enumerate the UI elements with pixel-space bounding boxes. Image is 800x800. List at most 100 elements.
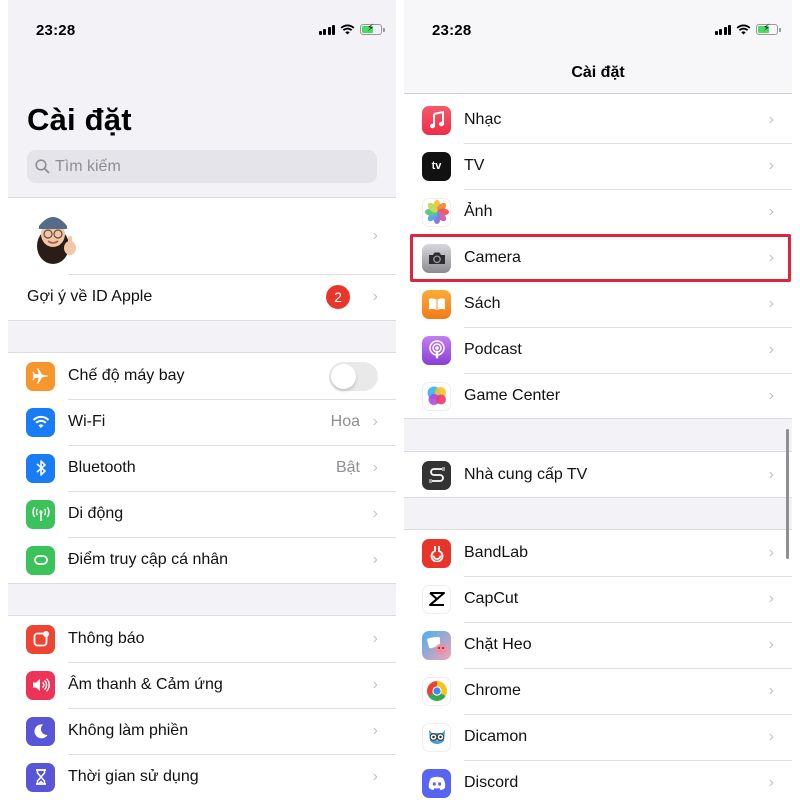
- tv-provider-icon: [422, 460, 451, 490]
- chat-heo-label: Chặt Heo: [464, 636, 532, 653]
- dicamon-row[interactable]: Dicamon ›: [404, 714, 792, 760]
- camera-icon: [422, 243, 451, 273]
- chevron-right-icon: ›: [768, 341, 774, 358]
- sounds-haptics-row[interactable]: Âm thanh & Cảm ứng ›: [8, 662, 396, 708]
- airplane-mode-toggle[interactable]: [329, 361, 378, 391]
- wifi-label: Wi-Fi: [68, 413, 106, 430]
- tv-provider-group: Nhà cung cấp TV ›: [404, 452, 792, 498]
- hotspot-icon: [26, 545, 55, 575]
- chevron-right-icon: ›: [372, 551, 378, 568]
- chrome-row[interactable]: Chrome ›: [404, 668, 792, 714]
- airplane-mode-row[interactable]: Chế độ máy bay: [8, 353, 396, 399]
- chevron-right-icon: ›: [768, 590, 774, 607]
- notifications-row[interactable]: Thông báo ›: [8, 616, 396, 662]
- cellular-row[interactable]: Di động ›: [8, 491, 396, 537]
- status-bar: 23:28 ⚡: [8, 0, 396, 60]
- screen-time-row[interactable]: Thời gian sử dụng ›: [8, 754, 396, 800]
- settings-main-panel: 23:28 ⚡ Cài đặt › Gợi ý về: [8, 0, 396, 800]
- dicamon-label: Dicamon: [464, 728, 528, 745]
- notifications-label: Thông báo: [68, 630, 145, 647]
- third-party-apps-group: BandLab › CapCut › Chặt Heo › Chrome › D…: [404, 530, 792, 800]
- chevron-right-icon: ›: [768, 387, 774, 404]
- photos-icon: [422, 197, 451, 227]
- chevron-right-icon: ›: [768, 157, 774, 174]
- search-input[interactable]: [55, 157, 355, 176]
- do-not-disturb-row[interactable]: Không làm phiền ›: [8, 708, 396, 754]
- chevron-right-icon: ›: [768, 466, 774, 483]
- sounds-haptics-label: Âm thanh & Cảm ứng: [68, 676, 223, 693]
- photos-label: Ảnh: [464, 203, 493, 220]
- cellular-icon: [26, 499, 55, 529]
- chevron-right-icon: ›: [372, 413, 378, 430]
- notification-badge: 2: [326, 285, 350, 309]
- music-row[interactable]: Nhạc ›: [404, 97, 792, 143]
- chevron-right-icon: ›: [768, 203, 774, 220]
- music-label: Nhạc: [464, 111, 502, 128]
- chevron-right-icon: ›: [372, 722, 378, 739]
- game-center-icon: [422, 381, 451, 411]
- apple-id-suggestions-row[interactable]: Gợi ý về ID Apple 2 ›: [8, 274, 396, 320]
- books-row[interactable]: Sách ›: [404, 281, 792, 327]
- tv-label: TV: [464, 157, 485, 174]
- wifi-status-icon: [340, 24, 355, 35]
- status-icons: ⚡: [714, 23, 781, 35]
- chat-heo-icon: [422, 630, 451, 660]
- section-spacer: [404, 497, 792, 530]
- camera-label: Camera: [464, 249, 521, 266]
- bluetooth-row[interactable]: Bluetooth Bật ›: [8, 445, 396, 491]
- apple-apps-group: Nhạc › tv TV › Ảnh › Camera › Sách › Pod…: [404, 97, 792, 419]
- capcut-row[interactable]: CapCut ›: [404, 576, 792, 622]
- chevron-right-icon: ›: [372, 227, 378, 244]
- personal-hotspot-label: Điểm truy cập cá nhân: [68, 551, 229, 568]
- notifications-icon: [26, 624, 55, 654]
- tv-provider-label: Nhà cung cấp TV: [464, 466, 588, 483]
- game-center-row[interactable]: Game Center ›: [404, 373, 792, 419]
- tv-row[interactable]: tv TV ›: [404, 143, 792, 189]
- status-time: 23:28: [432, 22, 472, 39]
- wifi-status-icon: [736, 24, 751, 35]
- apple-tv-glyph: tv: [431, 160, 442, 172]
- chevron-right-icon: ›: [372, 505, 378, 522]
- chat-heo-row[interactable]: Chặt Heo ›: [404, 622, 792, 668]
- podcasts-label: Podcast: [464, 341, 522, 358]
- camera-row[interactable]: Camera ›: [404, 235, 792, 281]
- do-not-disturb-label: Không làm phiền: [68, 722, 189, 739]
- photos-row[interactable]: Ảnh ›: [404, 189, 792, 235]
- navigation-bar: 23:28 ⚡ Cài đặt: [404, 0, 792, 94]
- discord-row[interactable]: Discord ›: [404, 760, 792, 800]
- airplane-icon: [26, 361, 55, 391]
- chevron-right-icon: ›: [768, 544, 774, 561]
- discord-icon: [422, 768, 451, 798]
- moon-icon: [26, 716, 55, 746]
- bandlab-icon: [422, 538, 451, 568]
- apple-id-profile-row[interactable]: ›: [8, 198, 396, 274]
- chrome-icon: [422, 676, 451, 706]
- personal-hotspot-row[interactable]: Điểm truy cập cá nhân ›: [8, 537, 396, 583]
- battery-charging-icon: ⚡: [360, 23, 385, 35]
- capcut-icon: [422, 584, 451, 614]
- bandlab-label: BandLab: [464, 544, 529, 561]
- bandlab-row[interactable]: BandLab ›: [404, 530, 792, 576]
- tv-provider-row[interactable]: Nhà cung cấp TV ›: [404, 452, 792, 498]
- memoji-avatar: [37, 217, 76, 264]
- search-field[interactable]: [27, 150, 377, 183]
- podcasts-row[interactable]: Podcast ›: [404, 327, 792, 373]
- airplane-mode-label: Chế độ máy bay: [68, 367, 185, 384]
- chevron-right-icon: ›: [372, 288, 378, 305]
- podcast-icon: [422, 335, 451, 365]
- chevron-right-icon: ›: [372, 676, 378, 693]
- game-center-label: Game Center: [464, 387, 561, 404]
- chevron-right-icon: ›: [768, 636, 774, 653]
- bluetooth-icon: [26, 453, 55, 483]
- chevron-right-icon: ›: [768, 682, 774, 699]
- profile-group: › Gợi ý về ID Apple 2 ›: [8, 197, 396, 321]
- scroll-indicator[interactable]: [786, 429, 789, 559]
- nav-title: Cài đặt: [571, 64, 625, 81]
- chevron-right-icon: ›: [768, 728, 774, 745]
- wifi-row[interactable]: Wi-Fi Hoa ›: [8, 399, 396, 445]
- settings-scrolled-panel: 23:28 ⚡ Cài đặt Nhạc › tv TV › Ảnh › Cam…: [404, 0, 792, 800]
- music-icon: [422, 105, 451, 135]
- search-icon: [35, 159, 50, 174]
- bluetooth-label: Bluetooth: [68, 459, 136, 476]
- system-group: Thông báo › Âm thanh & Cảm ứng › Không l…: [8, 615, 396, 800]
